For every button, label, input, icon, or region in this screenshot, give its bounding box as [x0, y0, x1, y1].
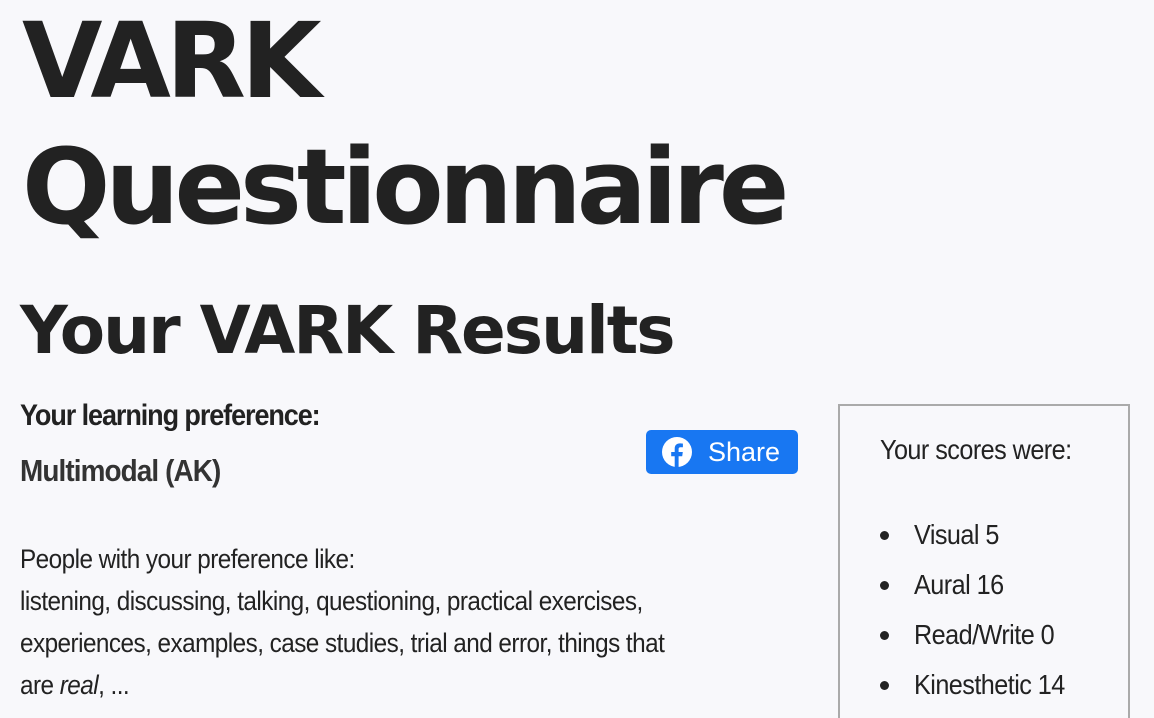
vark-results-page: VARK Questionnaire Your VARK Results You… — [0, 0, 1154, 718]
facebook-share-button[interactable]: Share — [646, 430, 798, 474]
results-heading: Your VARK Results — [20, 292, 676, 369]
description-intro: People with your preference like: — [20, 544, 355, 574]
scores-panel: Your scores were: Visual 5 Aural 16 Read… — [838, 404, 1130, 718]
learning-preference-label: Your learning preference: — [20, 399, 321, 432]
description-line: experiences, examples, case studies, tri… — [20, 628, 665, 658]
bullet-icon — [880, 531, 889, 540]
bullet-icon — [880, 631, 889, 640]
preference-description: People with your preference like: listen… — [20, 538, 800, 706]
share-button-label: Share — [708, 436, 781, 467]
score-label: Visual 5 — [914, 519, 999, 550]
description-line: are real, ... — [20, 664, 722, 706]
bullet-icon — [880, 581, 889, 590]
bullet-icon — [880, 681, 889, 690]
description-text: , ... — [98, 670, 130, 700]
learning-preference-value: Multimodal (AK) — [20, 453, 221, 488]
page-title: VARK Questionnaire — [22, 0, 789, 248]
score-label: Kinesthetic 14 — [914, 669, 1065, 700]
description-line: listening, discussing, talking, question… — [20, 586, 643, 616]
scores-title: Your scores were: — [880, 434, 1072, 465]
description-emphasis: real — [59, 670, 99, 700]
score-label: Read/Write 0 — [914, 619, 1055, 650]
score-label: Aural 16 — [914, 569, 1004, 600]
facebook-icon — [662, 437, 692, 467]
description-text: are — [20, 670, 60, 700]
